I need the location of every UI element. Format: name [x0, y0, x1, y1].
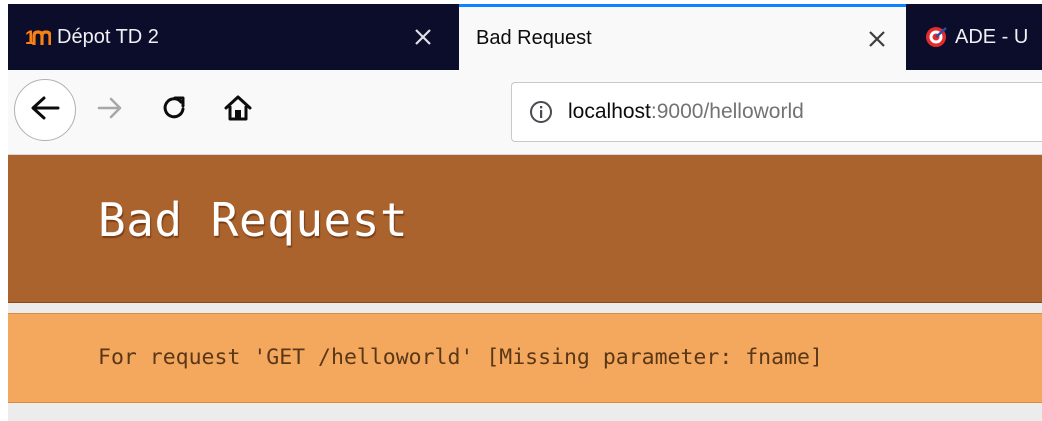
ade-icon	[923, 24, 949, 50]
tab-depot-td2[interactable]: 1 Dépot TD 2	[8, 4, 458, 70]
reload-button[interactable]	[156, 92, 192, 128]
tab-strip: 1 Dépot TD 2 Bad Request ADE - U	[8, 4, 1042, 70]
url-bar[interactable]: localhost:9000/helloworld	[511, 82, 1042, 142]
browser-window: 1 Dépot TD 2 Bad Request ADE - U localho…	[0, 0, 1042, 421]
page-header: Bad Request	[8, 155, 1042, 303]
page-content: Bad Request For request 'GET /helloworld…	[8, 155, 1042, 421]
url-text: localhost:9000/helloworld	[568, 100, 804, 124]
site-info-icon[interactable]	[526, 97, 556, 127]
home-icon	[224, 95, 252, 126]
reload-icon	[161, 95, 187, 126]
close-icon[interactable]	[410, 24, 436, 50]
back-arrow-icon	[30, 95, 60, 126]
forward-button[interactable]	[92, 92, 128, 128]
back-button[interactable]	[14, 79, 76, 141]
url-path: :9000/helloworld	[650, 100, 804, 123]
close-icon[interactable]	[864, 26, 890, 52]
window-edge	[0, 0, 8, 421]
error-message: For request 'GET /helloworld' [Missing p…	[98, 345, 823, 370]
page-title: Bad Request	[98, 193, 409, 247]
url-host: localhost	[568, 100, 651, 123]
home-button[interactable]	[220, 92, 256, 128]
error-message-band: For request 'GET /helloworld' [Missing p…	[8, 313, 1042, 403]
tab-title: Dépot TD 2	[57, 25, 159, 48]
moodle-icon: 1	[25, 24, 51, 50]
forward-arrow-icon	[97, 97, 123, 124]
tab-title: Bad Request	[476, 27, 592, 49]
nav-toolbar: localhost:9000/helloworld	[8, 70, 1042, 155]
tab-title: ADE - U	[955, 25, 1029, 48]
tab-ade[interactable]: ADE - U	[906, 4, 1042, 70]
tab-bad-request[interactable]: Bad Request	[459, 4, 906, 70]
